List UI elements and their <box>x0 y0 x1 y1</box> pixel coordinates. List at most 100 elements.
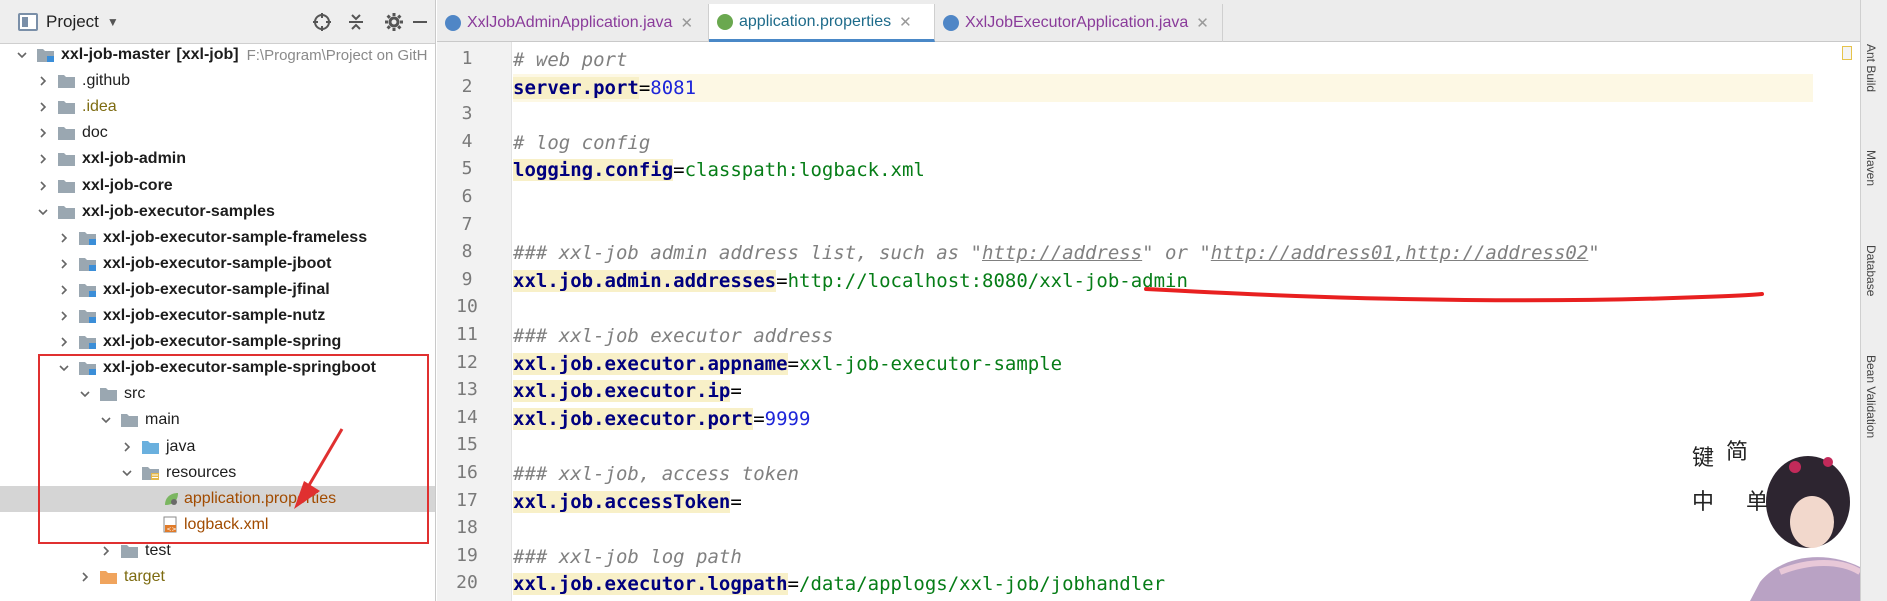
tree-item-xxl-job-executor-sample-springboot[interactable]: xxl-job-executor-sample-springboot <box>0 355 435 381</box>
tree-item-label: xxl-job-executor-sample-spring <box>103 333 342 351</box>
chevron-down-icon[interactable] <box>56 360 72 376</box>
tree-item-label: xxl-job-executor-sample-jfinal <box>103 280 330 298</box>
tree-item-src[interactable]: src <box>0 381 435 407</box>
tree-item-xxl-job-admin[interactable]: xxl-job-admin <box>0 146 435 172</box>
code-line[interactable]: xxl.job.admin.addresses=http://localhost… <box>513 267 1813 295</box>
chevron-right-icon[interactable] <box>35 125 51 141</box>
code-line[interactable] <box>513 101 1813 129</box>
tree-item-label: main <box>145 411 180 429</box>
code-line[interactable]: xxl.job.executor.ip= <box>513 377 1813 405</box>
chevron-down-icon[interactable] <box>35 204 51 220</box>
chevron-right-icon[interactable] <box>56 282 72 298</box>
property-key: xxl.job.accessToken <box>513 490 731 513</box>
tree-item-xxl-job-master[interactable]: xxl-job-master [xxl-job] F:\Program\Projec… <box>0 42 435 68</box>
close-icon[interactable]: ✕ <box>680 14 693 32</box>
close-icon[interactable]: ✕ <box>1196 14 1209 32</box>
tree-item-github[interactable]: .github <box>0 68 435 94</box>
chevron-down-icon[interactable] <box>77 386 93 402</box>
chevron-right-icon[interactable] <box>56 334 72 350</box>
code-line[interactable]: xxl.job.executor.appname=xxl-job-executo… <box>513 350 1813 378</box>
tree-item-xxl-job-executor-sample-jboot[interactable]: xxl-job-executor-sample-jboot <box>0 251 435 277</box>
tree-item-xxl-job-executor-sample-frameless[interactable]: xxl-job-executor-sample-frameless <box>0 225 435 251</box>
property-value: xxl-job-executor-sample <box>799 352 1063 375</box>
maven-tab[interactable]: Maven <box>1864 150 1878 186</box>
chevron-right-icon[interactable] <box>56 256 72 272</box>
locate-target-icon[interactable] <box>310 10 334 34</box>
code-line[interactable]: xxl.job.executor.logpath=/data/applogs/x… <box>513 570 1813 598</box>
comment-text: ### xxl-job log path <box>513 545 742 568</box>
module-folder-icon <box>78 360 97 376</box>
chevron-right-icon[interactable] <box>56 308 72 324</box>
tab-application-properties[interactable]: application.properties ✕ <box>709 4 935 42</box>
property-key: logging.config <box>513 159 674 182</box>
chevron-right-icon[interactable] <box>119 439 135 455</box>
code-line[interactable]: xxl.job.executor.port=9999 <box>513 405 1813 433</box>
tree-item-label: resources <box>166 463 237 481</box>
tree-item-label: application.properties <box>184 489 337 507</box>
chevron-down-icon[interactable] <box>119 465 135 481</box>
chevron-down-icon[interactable] <box>98 412 114 428</box>
chevron-right-icon[interactable] <box>35 73 51 89</box>
code-line[interactable]: # log config <box>513 129 1813 157</box>
tree-item-test[interactable]: test <box>0 538 435 564</box>
hide-panel-icon[interactable] <box>408 10 432 34</box>
chevron-right-icon[interactable] <box>77 569 93 585</box>
folder-icon <box>99 569 118 585</box>
project-view-dropdown-icon[interactable]: ▼ <box>107 15 119 29</box>
comment-link[interactable]: http://address01,http://address02 <box>1211 242 1589 264</box>
close-icon[interactable]: ✕ <box>899 13 912 31</box>
tree-item-xxl-job-core[interactable]: xxl-job-core <box>0 173 435 199</box>
chevron-right-icon[interactable] <box>35 151 51 167</box>
folder-icon <box>120 543 139 559</box>
code-line[interactable]: ### xxl-job log path <box>513 543 1813 571</box>
bean-validation-tab[interactable]: Bean Validation <box>1864 355 1878 438</box>
code-line[interactable]: server.port=8081 <box>513 73 1813 102</box>
code-editor[interactable]: # web port server.port=8081 # log config lo… <box>513 42 1813 601</box>
tree-item-label: xxl-job-admin <box>82 150 187 168</box>
tab-xxljobexecutorapplication[interactable]: XxlJobExecutorApplication.java ✕ <box>935 4 1223 42</box>
code-line[interactable] <box>513 515 1813 543</box>
code-line[interactable]: ### xxl-job, access token <box>513 460 1813 488</box>
code-line[interactable]: ### xxl-job admin address list, such as … <box>513 239 1813 267</box>
comment-link[interactable]: http://address <box>982 242 1142 264</box>
tree-item-java[interactable]: java <box>0 434 435 460</box>
tree-item-xxl-job-executor-sample-jfinal[interactable]: xxl-job-executor-sample-jfinal <box>0 277 435 303</box>
gear-icon[interactable] <box>382 10 406 34</box>
ant-build-tab[interactable]: Ant Build <box>1864 44 1878 92</box>
tree-item-resources[interactable]: resources <box>0 460 435 486</box>
chevron-right-icon[interactable] <box>35 99 51 115</box>
property-key: xxl.job.executor.port <box>513 407 754 430</box>
tree-item-xxl-job-executor-samples[interactable]: xxl-job-executor-samples <box>0 199 435 225</box>
line-number: 1 <box>461 48 473 69</box>
tree-item-idea[interactable]: .idea <box>0 94 435 120</box>
tab-xxljobadminapplication[interactable]: XxlJobAdminApplication.java ✕ <box>437 4 709 42</box>
chevron-right-icon[interactable] <box>35 178 51 194</box>
code-line[interactable]: logging.config=classpath:logback.xml <box>513 156 1813 184</box>
chevron-down-icon[interactable] <box>14 47 30 63</box>
code-line[interactable]: ### xxl-job executor address <box>513 322 1813 350</box>
tree-item-application-properties[interactable]: application.properties <box>0 485 435 512</box>
code-line[interactable]: xxl.job.accessToken= <box>513 488 1813 516</box>
tree-item-doc[interactable]: doc <box>0 120 435 146</box>
tree-item-target[interactable]: target <box>0 564 435 590</box>
code-line[interactable] <box>513 212 1813 240</box>
comment-text: ### xxl-job executor address <box>513 325 834 347</box>
code-line[interactable]: # web port <box>513 46 1813 74</box>
collapse-all-icon[interactable] <box>344 10 368 34</box>
code-line[interactable] <box>513 294 1813 322</box>
comment-text: " or " <box>1142 242 1211 265</box>
tree-item-logback-xml[interactable]: <> logback.xml <box>0 512 435 538</box>
chevron-right-icon[interactable] <box>56 230 72 246</box>
tab-label: application.properties <box>739 12 892 30</box>
property-value: 9999 <box>764 407 811 430</box>
code-line[interactable] <box>513 184 1813 212</box>
code-line[interactable] <box>513 432 1813 460</box>
property-separator: = <box>730 490 742 513</box>
project-header: Project ▼ <box>0 0 435 44</box>
database-tab[interactable]: Database <box>1864 245 1878 296</box>
project-view-title[interactable]: Project <box>46 12 99 32</box>
chevron-right-icon[interactable] <box>98 543 114 559</box>
tree-item-xxl-job-executor-sample-spring[interactable]: xxl-job-executor-sample-spring <box>0 329 435 355</box>
tree-item-xxl-job-executor-sample-nutz[interactable]: xxl-job-executor-sample-nutz <box>0 303 435 329</box>
tree-item-main[interactable]: main <box>0 407 435 433</box>
